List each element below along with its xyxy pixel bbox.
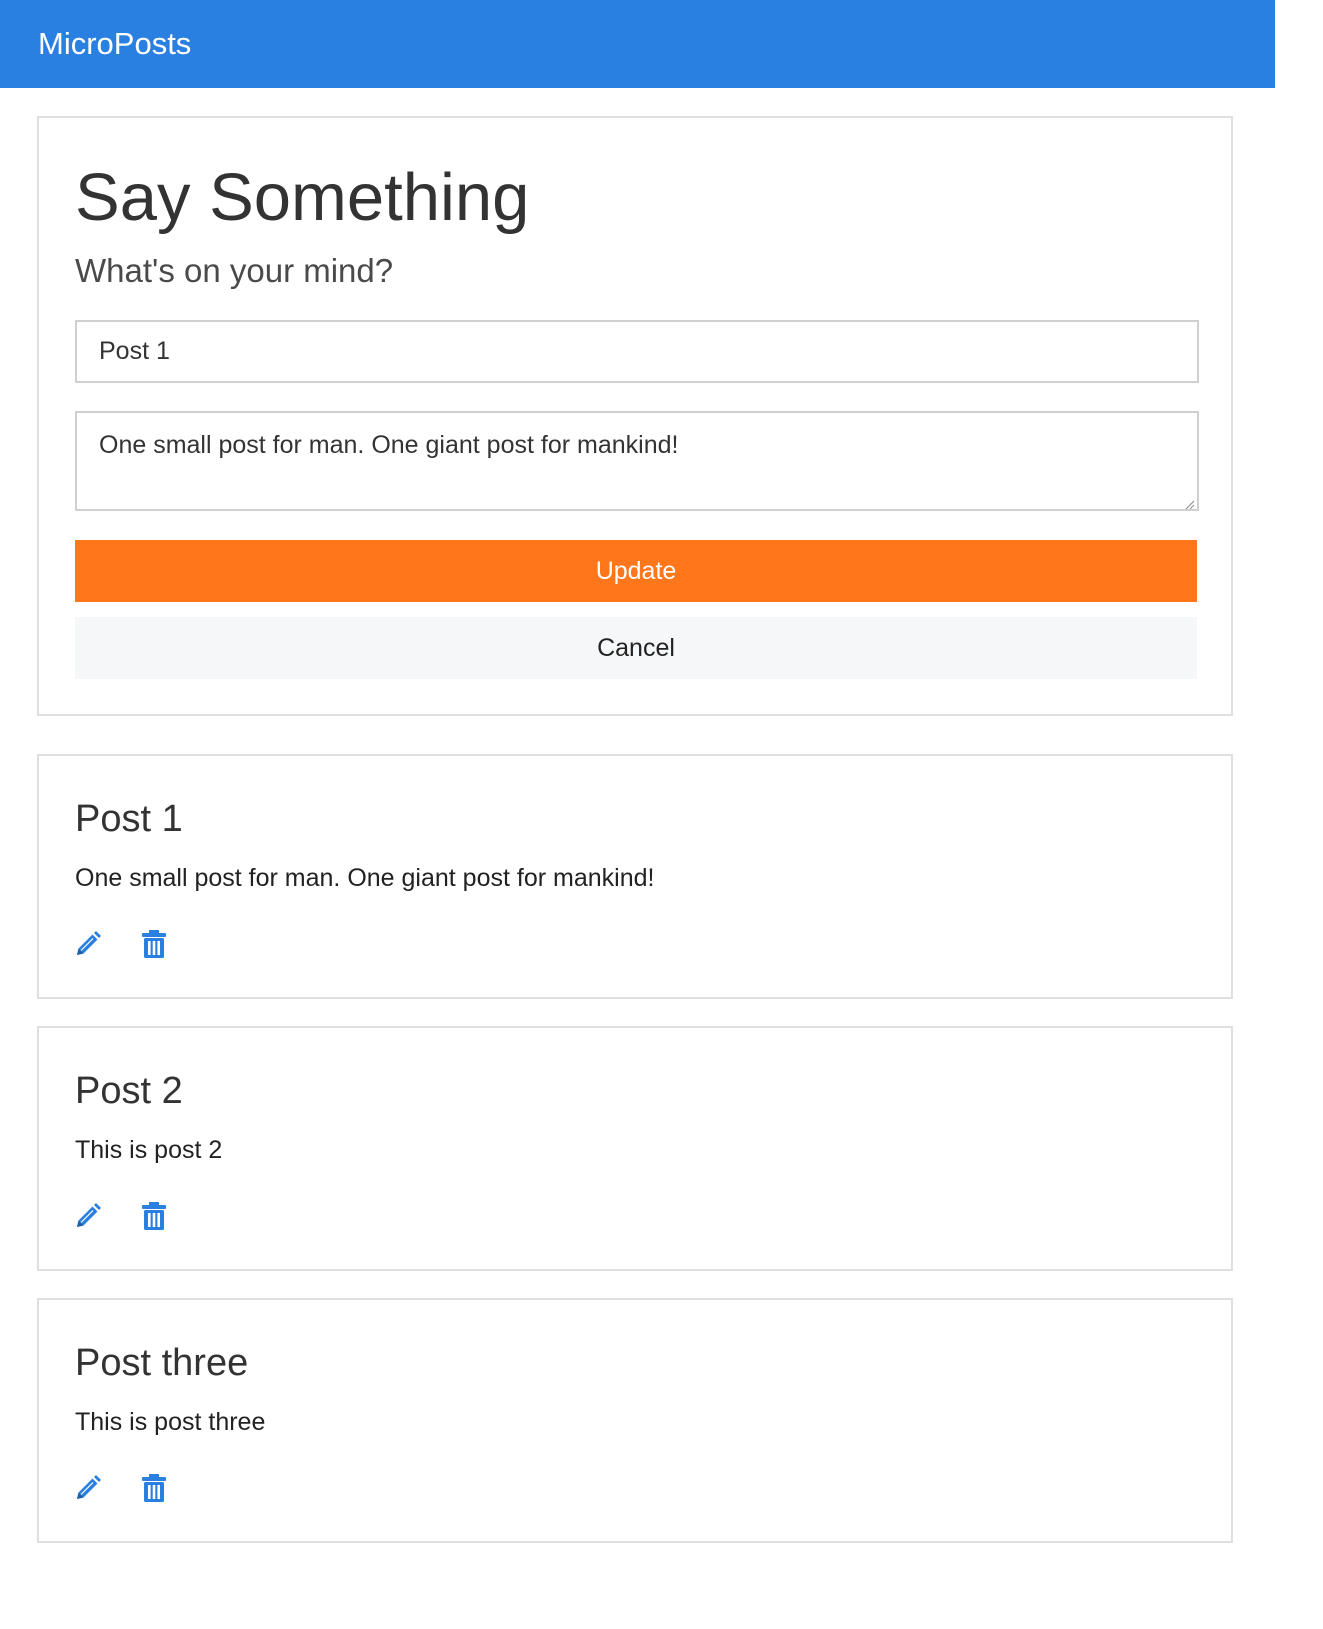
- post-body: One small post for man. One giant post f…: [75, 864, 655, 892]
- post-card: Post 1 One small post for man. One giant…: [37, 754, 1233, 999]
- brand-logo[interactable]: MicroPosts: [38, 25, 191, 63]
- trash-icon[interactable]: [139, 929, 169, 959]
- post-title: Post 1: [75, 798, 183, 840]
- pencil-icon[interactable]: [73, 1201, 103, 1231]
- post-title: Post three: [75, 1342, 249, 1384]
- navbar: MicroPosts: [0, 0, 1275, 88]
- post-title: Post 2: [75, 1070, 183, 1112]
- composer-heading: Say Something: [75, 160, 530, 235]
- post-body: This is post 2: [75, 1136, 223, 1164]
- trash-icon[interactable]: [139, 1473, 169, 1503]
- cancel-button[interactable]: Cancel: [75, 617, 1197, 679]
- post-card: Post 2 This is post 2: [37, 1026, 1233, 1271]
- post-body: This is post three: [75, 1408, 266, 1436]
- trash-icon[interactable]: [139, 1201, 169, 1231]
- update-button[interactable]: Update: [75, 540, 1197, 602]
- post-card: Post three This is post three: [37, 1298, 1233, 1543]
- pencil-icon[interactable]: [73, 929, 103, 959]
- pencil-icon[interactable]: [73, 1473, 103, 1503]
- post-body-textarea[interactable]: One small post for man. One giant post f…: [75, 411, 1199, 511]
- composer-lead: What's on your mind?: [75, 252, 394, 289]
- resize-grip-icon[interactable]: [1185, 500, 1195, 510]
- post-title-input[interactable]: [75, 320, 1199, 383]
- post-composer-card: Say Something What's on your mind? One s…: [37, 116, 1233, 716]
